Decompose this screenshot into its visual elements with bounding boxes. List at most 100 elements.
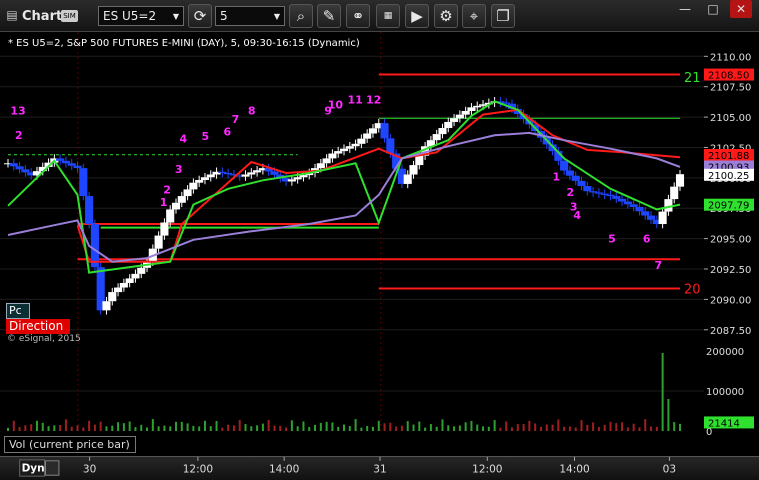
volume-bar-49	[290, 420, 293, 431]
layers-icon[interactable]: ❐	[491, 4, 515, 28]
candle-body-54	[316, 163, 325, 169]
price-axis[interactable]: 2110.002107.502105.002102.502100.002097.…	[704, 32, 759, 456]
volume-bar-45	[267, 419, 270, 431]
volume-bar-20	[122, 423, 125, 431]
close-icon[interactable]: ✕	[730, 0, 752, 18]
volume-bar-64	[377, 420, 380, 431]
volume-bar-73	[429, 424, 432, 431]
pin-icon[interactable]: ⌖	[462, 4, 486, 28]
candle-body-108	[629, 204, 638, 208]
volume-bar-2	[18, 427, 21, 431]
candle-body-34	[200, 177, 210, 180]
price-tag-3: 2100.25	[708, 171, 749, 182]
candle-body-60	[351, 143, 360, 147]
candle-body-51	[299, 175, 308, 178]
volume-bar-43	[256, 425, 259, 431]
axis-tick-label-0: 2110.00	[710, 52, 751, 63]
count-label-11: 10	[328, 99, 344, 112]
volume-bar-24	[146, 427, 149, 431]
candle-body-12	[73, 165, 82, 169]
interval-input[interactable]: 5 ▼	[215, 6, 285, 26]
volume-bar-23	[140, 424, 143, 431]
volume-bar-96	[563, 426, 566, 431]
settings-icon[interactable]: ⚙	[434, 4, 458, 28]
candle-body-96	[560, 160, 569, 171]
price-chart[interactable]: 2120 1321234 5 678 910 11 1212345 67	[0, 32, 704, 348]
chevron-down-icon[interactable]: ▼	[274, 12, 280, 21]
candle-body-80	[467, 107, 476, 111]
chart-icon: ▤	[6, 8, 18, 22]
count-label-0: 13	[10, 105, 25, 118]
volume-bar-37	[221, 427, 224, 431]
volume-bar-75	[441, 419, 444, 431]
volume-bar-33	[198, 426, 201, 431]
candle-body-111	[646, 215, 656, 220]
price-tag-4: 2097.79	[708, 201, 749, 212]
volume-bar-71	[418, 421, 421, 431]
time-tick-label-3: 31	[373, 463, 386, 475]
volume-bar-95	[557, 419, 560, 431]
volume-bar-29	[175, 421, 177, 431]
search-icon[interactable]: ⌕	[289, 4, 313, 28]
play-icon[interactable]: ▶	[405, 4, 429, 28]
volume-bar-82	[482, 426, 485, 431]
symbol-input[interactable]: ES U5=2 ▼	[98, 6, 184, 26]
volume-bar-70	[412, 424, 415, 431]
price-tag-0: 2108.50	[708, 71, 749, 82]
news-icon[interactable]: ▦	[376, 4, 400, 28]
volume-bar-102	[597, 427, 600, 431]
candle-body-31	[183, 189, 192, 197]
volume-bar-105	[615, 423, 618, 431]
candle-body-115	[670, 186, 679, 200]
refresh-icon[interactable]: ⟳	[188, 4, 212, 28]
link-icon[interactable]: ⚭	[346, 4, 370, 28]
volume-bar-81	[476, 424, 479, 431]
candle-body-27	[160, 222, 169, 236]
candle-body-37	[218, 171, 227, 173]
volume-chart[interactable]	[0, 349, 704, 433]
volume-bar-69	[406, 421, 409, 431]
count-label-20: 7	[655, 259, 663, 272]
volume-bar-66	[389, 422, 392, 431]
chevron-down-icon[interactable]: ▼	[173, 12, 179, 21]
volume-bar-51	[302, 421, 305, 431]
count-label-13: 12	[366, 94, 381, 107]
axis-tick-label-1: 2107.50	[710, 83, 751, 94]
candle-body-21	[125, 278, 134, 283]
volume-axis-label-0: 200000	[706, 347, 744, 358]
maximize-icon[interactable]: □	[702, 0, 724, 18]
pc-badge[interactable]: Pc	[6, 303, 30, 319]
count-label-17: 4	[573, 209, 581, 222]
direction-badge[interactable]: Direction	[6, 319, 70, 334]
candle-body-102	[594, 192, 603, 194]
volume-bar-31	[186, 423, 189, 431]
volume-bar-79	[464, 422, 467, 431]
volume-bar-0	[7, 427, 9, 431]
volume-grid	[0, 349, 704, 433]
candle-body-1	[9, 163, 18, 167]
count-label-12: 11	[347, 94, 362, 107]
dyn-label: Dyn	[22, 462, 45, 474]
volume-bar-90	[528, 420, 531, 431]
draw-icon[interactable]: ✎	[317, 4, 341, 28]
volume-bar-72	[424, 427, 427, 431]
volume-bar-93	[545, 424, 548, 431]
volume-bar-109	[638, 427, 641, 431]
volume-bar-115	[673, 422, 676, 431]
volume-bar-110	[644, 419, 647, 431]
candle-body-9	[56, 158, 65, 161]
volume-bar-77	[453, 426, 456, 431]
volume-bar-13	[82, 427, 85, 431]
volume-bar-40	[238, 419, 241, 431]
time-axis[interactable]: Dyn 30 12:00 14:00 31 12:00 14:00 03	[0, 456, 759, 480]
volume-bar-7	[47, 426, 50, 431]
minimize-icon[interactable]: —	[674, 0, 696, 18]
count-label-7: 6	[224, 125, 232, 138]
zoom-icon[interactable]	[45, 460, 60, 476]
volume-bar-27	[163, 425, 166, 431]
volume-bar-63	[371, 426, 374, 431]
volume-bar-53	[314, 424, 317, 431]
volume-bar-38	[227, 424, 230, 431]
chart-description: * ES U5=2, S&P 500 FUTURES E-MINI (DAY),…	[8, 38, 360, 49]
candle-body-43	[253, 170, 262, 173]
